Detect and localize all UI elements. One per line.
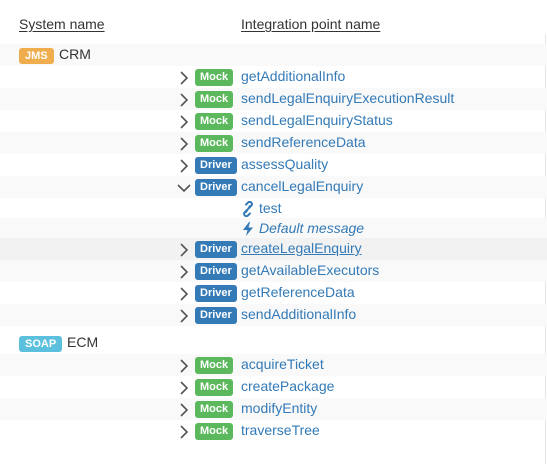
mock-badge: Mock [195, 401, 234, 418]
integration-point-row[interactable]: Driver assessQuality [0, 154, 547, 176]
integration-point-link[interactable]: cancelLegalEnquiry [241, 178, 363, 194]
mock-badge: Mock [195, 357, 234, 374]
integration-point-row[interactable]: Mock getAdditionalInfo [0, 66, 547, 88]
integration-point-link[interactable]: getAdditionalInfo [241, 68, 345, 84]
chevron-right-icon[interactable] [176, 90, 192, 108]
integration-point-link[interactable]: sendAdditionalInfo [241, 306, 356, 322]
chevron-right-icon[interactable] [176, 68, 192, 86]
lightning-icon [241, 221, 255, 237]
chevron-right-icon[interactable] [176, 422, 192, 440]
integration-point-link[interactable]: sendReferenceData [241, 134, 366, 150]
integration-point-row[interactable]: Mock traverseTree [0, 420, 547, 442]
integration-point-name-column-header[interactable]: Integration point name [241, 16, 380, 32]
system-type-badge: SOAP [19, 336, 63, 352]
driver-badge: Driver [195, 157, 237, 174]
chevron-right-icon[interactable] [176, 356, 192, 374]
integration-point-child-row[interactable]: Default message [0, 218, 547, 240]
driver-badge: Driver [195, 307, 237, 324]
default-message-link[interactable]: Default message [259, 220, 364, 236]
mock-badge: Mock [195, 135, 234, 152]
mock-badge: Mock [195, 113, 234, 130]
integration-point-row[interactable]: Mock acquireTicket [0, 354, 547, 376]
link-icon [241, 200, 255, 218]
integration-point-row[interactable]: Driver getAvailableExecutors [0, 260, 547, 282]
mock-badge: Mock [195, 423, 234, 440]
integration-point-child-row[interactable]: test [0, 198, 547, 220]
driver-badge: Driver [195, 241, 237, 258]
chevron-right-icon[interactable] [176, 240, 192, 258]
chevron-right-icon[interactable] [176, 284, 192, 302]
system-type-badge: JMS [19, 48, 54, 64]
driver-badge: Driver [195, 263, 237, 280]
integration-point-link[interactable]: createPackage [241, 378, 334, 394]
integration-point-row[interactable]: Driver createLegalEnquiry [0, 238, 547, 260]
integration-point-link[interactable]: traverseTree [241, 422, 320, 438]
integration-point-row[interactable]: Mock createPackage [0, 376, 547, 398]
chevron-right-icon[interactable] [176, 378, 192, 396]
integration-point-link[interactable]: modifyEntity [241, 400, 317, 416]
chevron-right-icon[interactable] [176, 400, 192, 418]
integration-point-row[interactable]: Mock modifyEntity [0, 398, 547, 420]
integration-point-row[interactable]: Driver getReferenceData [0, 282, 547, 304]
chevron-right-icon[interactable] [176, 112, 192, 130]
driver-badge: Driver [195, 285, 237, 302]
integration-point-link[interactable]: getAvailableExecutors [241, 262, 379, 278]
mock-badge: Mock [195, 91, 234, 108]
mock-badge: Mock [195, 69, 234, 86]
chevron-right-icon[interactable] [176, 262, 192, 280]
integration-point-row[interactable]: Driver sendAdditionalInfo [0, 304, 547, 326]
integration-point-link[interactable]: createLegalEnquiry [241, 240, 362, 256]
integration-point-row[interactable]: Mock sendLegalEnquiryStatus [0, 110, 547, 132]
chevron-right-icon[interactable] [176, 306, 192, 324]
system-row: SOAP ECM [0, 332, 547, 354]
table-header: System name Integration point name [0, 0, 547, 38]
integration-point-row[interactable]: Mock sendLegalEnquiryExecutionResult [0, 88, 547, 110]
integration-point-row[interactable]: Driver cancelLegalEnquiry [0, 176, 547, 198]
chevron-down-icon[interactable] [176, 178, 192, 196]
system-row: JMS CRM [0, 44, 547, 66]
integration-point-link[interactable]: sendLegalEnquiryStatus [241, 112, 393, 128]
chevron-right-icon[interactable] [176, 134, 192, 152]
integration-point-link[interactable]: sendLegalEnquiryExecutionResult [241, 90, 454, 106]
integration-point-link[interactable]: getReferenceData [241, 284, 355, 300]
driver-badge: Driver [195, 179, 237, 196]
integration-point-row[interactable]: Mock sendReferenceData [0, 132, 547, 154]
system-name: CRM [59, 46, 91, 62]
integration-point-link[interactable]: acquireTicket [241, 356, 324, 372]
chevron-right-icon[interactable] [176, 156, 192, 174]
system-name: ECM [67, 334, 99, 350]
mock-badge: Mock [195, 379, 234, 396]
test-link[interactable]: test [259, 200, 282, 216]
system-name-column-header[interactable]: System name [19, 16, 105, 32]
integration-point-link[interactable]: assessQuality [241, 156, 328, 172]
